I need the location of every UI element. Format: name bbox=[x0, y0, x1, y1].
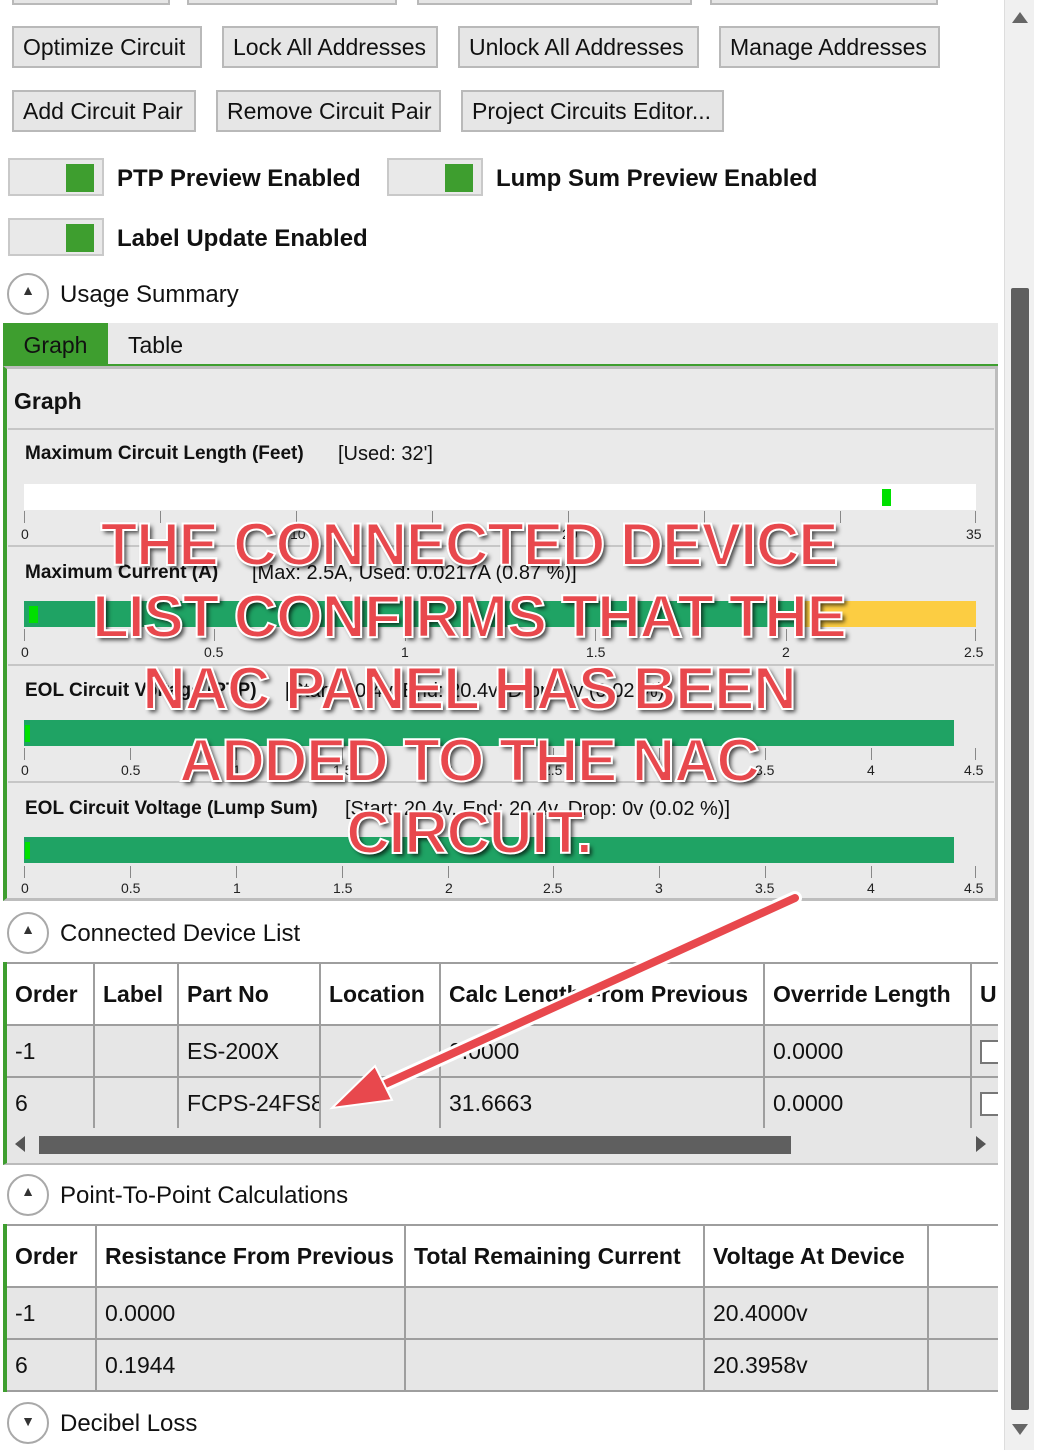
annotation-arrow-shaft bbox=[368, 894, 799, 1094]
annotation-arrow bbox=[329, 891, 802, 1110]
annotation-arrow-head bbox=[329, 1064, 394, 1110]
